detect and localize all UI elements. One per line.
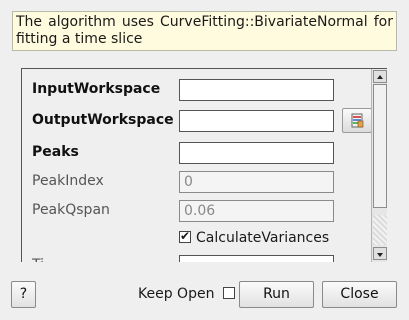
peak-qspan-field[interactable]: 0.06 (179, 200, 334, 222)
peaks-field[interactable] (179, 142, 334, 164)
peak-qspan-label: PeakQspan (32, 202, 110, 218)
calculate-variances-box[interactable]: ✔ (179, 229, 191, 243)
partial-property-label: Ti (32, 257, 44, 262)
triangle-up-icon (377, 75, 383, 79)
keep-open-checkbox[interactable]: Keep Open (138, 286, 235, 302)
keep-open-label: Keep Open (138, 286, 215, 302)
scroll-down-button[interactable] (373, 247, 387, 260)
scroll-up-button[interactable] (373, 70, 387, 83)
checkmark-icon: ✔ (180, 229, 191, 243)
scroll-thumb[interactable] (373, 84, 387, 208)
run-button[interactable]: Run (239, 281, 314, 308)
workspace-browse-icon (351, 113, 364, 128)
input-workspace-label: InputWorkspace (32, 81, 161, 97)
output-workspace-label: OutputWorkspace (32, 112, 174, 128)
peaks-label: Peaks (32, 144, 79, 160)
property-row-peaks: Peaks (32, 142, 372, 164)
calculate-variances-checkbox[interactable]: ✔ CalculateVariances (179, 229, 330, 246)
properties-panel: InputWorkspace OutputWorkspace Peaks Pea… (21, 68, 387, 262)
property-row-input-workspace: InputWorkspace (32, 79, 372, 101)
peak-index-field[interactable]: 0 (179, 171, 334, 193)
input-workspace-field[interactable] (179, 79, 334, 101)
triangle-down-icon (377, 253, 383, 257)
workspace-browse-button[interactable] (342, 108, 372, 133)
algorithm-description: The algorithm uses CurveFitting::Bivaria… (12, 11, 397, 51)
property-row-partial: Ti (32, 255, 372, 262)
output-workspace-field[interactable] (179, 110, 334, 132)
close-button[interactable]: Close (322, 281, 397, 308)
calculate-variances-label: CalculateVariances (196, 230, 330, 246)
partial-property-field[interactable] (179, 255, 334, 262)
property-row-calculate-variances: ✔ CalculateVariances (32, 228, 372, 250)
property-row-output-workspace: OutputWorkspace (32, 108, 372, 133)
property-row-peak-qspan: PeakQspan 0.06 (32, 200, 372, 222)
peak-index-label: PeakIndex (32, 173, 104, 189)
properties-scrollbar[interactable] (371, 69, 387, 262)
keep-open-box[interactable] (222, 287, 235, 299)
help-button[interactable]: ? (11, 281, 36, 308)
scroll-track[interactable] (373, 215, 387, 245)
property-row-peak-index: PeakIndex 0 (32, 171, 372, 193)
